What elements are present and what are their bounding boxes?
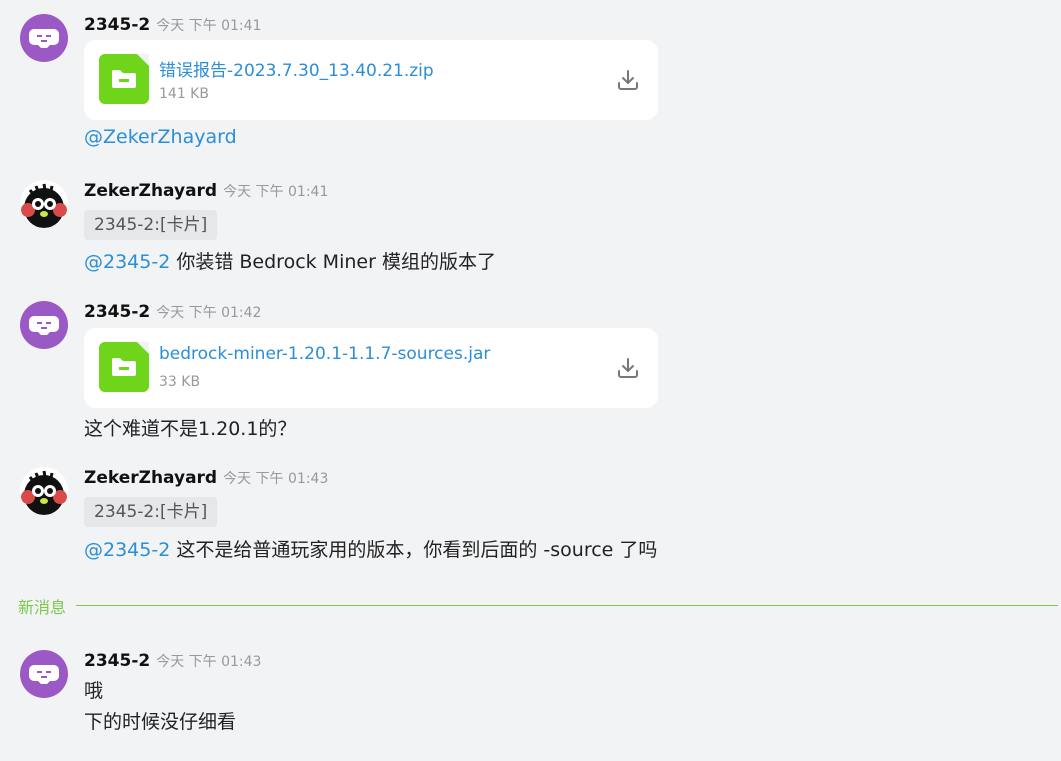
avatar[interactable] [20,301,68,349]
gamepad-face-icon [29,316,59,335]
timestamp: 今天 下午 01:43 [223,471,329,487]
avatar[interactable] [20,650,68,698]
folder-icon [99,54,149,104]
gamepad-face-icon [29,665,59,684]
message-text: @2345-2 这不是给普通玩家用的版本，你看到后面的 -source 了吗 [84,535,657,562]
reply-chip[interactable]: 2345-2:[卡片] [84,210,218,240]
divider-label: 新消息 [18,594,73,618]
sender-name[interactable]: 2345-2 [84,302,150,322]
mention-link[interactable]: @2345-2 [84,251,170,273]
file-attachment-card[interactable]: bedrock-miner-1.20.1-1.1.7-sources.jar 3… [84,328,658,408]
mention-link[interactable]: @ZekerZhayard [84,126,237,148]
file-attachment-card[interactable]: 错误报告-2023.7.30_13.40.21.zip 141 KB [84,40,658,120]
mention-link[interactable]: @2345-2 [84,539,170,561]
timestamp: 今天 下午 01:42 [156,305,262,321]
message-text: 哦 [84,680,104,702]
reply-chip[interactable]: 2345-2:[卡片] [84,497,218,527]
timestamp: 今天 下午 01:43 [156,654,262,670]
message-text: 下的时候没仔细看 [84,711,237,733]
sender-name[interactable]: 2345-2 [84,15,150,35]
avatar[interactable] [20,180,68,228]
new-messages-divider: 新消息 [18,594,1058,618]
file-size: 141 KB [159,86,209,102]
avatar[interactable] [20,14,68,62]
chat-message-list: 2345-2 今天 下午 01:41 错误报告-2023.7.30_13.40.2… [0,0,1061,761]
message-body: 你装错 Bedrock Miner 模组的版本了 [170,251,496,273]
file-name[interactable]: 错误报告-2023.7.30_13.40.21.zip [159,56,434,81]
gamepad-face-icon [29,29,59,48]
download-icon[interactable] [616,356,640,380]
message-header: ZekerZhayard 今天 下午 01:41 [84,181,328,201]
timestamp: 今天 下午 01:41 [156,18,262,34]
message-header: ZekerZhayard 今天 下午 01:43 [84,468,328,488]
folder-icon [99,342,149,392]
message-body: 这不是给普通玩家用的版本，你看到后面的 -source 了吗 [170,539,658,561]
download-icon[interactable] [616,68,640,92]
message-header: 2345-2 今天 下午 01:41 [84,15,261,35]
file-size: 33 KB [159,374,201,390]
file-name[interactable]: bedrock-miner-1.20.1-1.1.7-sources.jar [159,344,490,364]
avatar[interactable] [20,467,68,515]
message-text: 这个难道不是1.20.1的？ [84,418,297,440]
sender-name[interactable]: ZekerZhayard [84,181,217,201]
message-text: @2345-2 你装错 Bedrock Miner 模组的版本了 [84,247,496,274]
timestamp: 今天 下午 01:41 [223,184,329,200]
divider-line [76,605,1058,606]
sender-name[interactable]: ZekerZhayard [84,468,217,488]
message-header: 2345-2 今天 下午 01:43 [84,651,261,671]
message-header: 2345-2 今天 下午 01:42 [84,302,261,322]
sender-name[interactable]: 2345-2 [84,651,150,671]
